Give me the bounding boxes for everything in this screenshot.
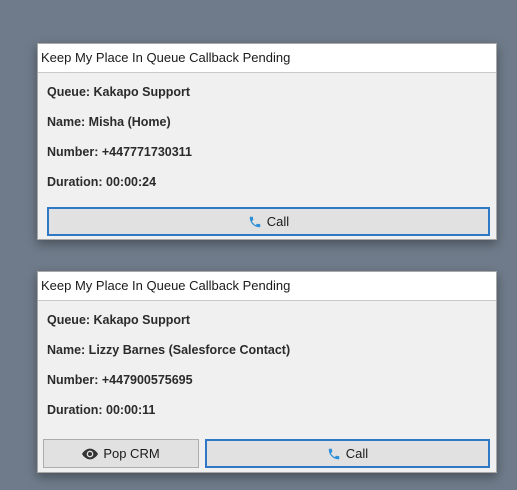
queue-label: Queue: Kakapo Support	[47, 313, 191, 327]
eye-icon	[82, 448, 99, 460]
duration-label: Duration: 00:00:11	[47, 403, 156, 417]
caller-name-label: Name: Misha (Home)	[47, 115, 171, 129]
call-button[interactable]: Call	[205, 439, 490, 468]
card-body: Queue: Kakapo Support Name: Lizzy Barnes…	[38, 301, 496, 425]
phone-number-label: Number: +447900575695	[47, 373, 193, 387]
card-title: Keep My Place In Queue Callback Pending	[38, 44, 496, 73]
phone-icon	[327, 447, 341, 461]
callback-card-2: Keep My Place In Queue Callback Pending …	[37, 271, 497, 473]
pop-crm-button-label: Pop CRM	[103, 446, 160, 461]
card-body: Queue: Kakapo Support Name: Misha (Home)…	[38, 73, 496, 197]
call-button-label: Call	[345, 446, 369, 461]
callback-card-1: Keep My Place In Queue Callback Pending …	[37, 43, 497, 240]
call-button[interactable]: Call	[47, 207, 490, 236]
queue-label: Queue: Kakapo Support	[47, 85, 191, 99]
card-title: Keep My Place In Queue Callback Pending	[38, 272, 496, 301]
call-button-label: Call	[266, 214, 290, 229]
duration-label: Duration: 00:00:24	[47, 175, 157, 189]
pop-crm-button[interactable]: Pop CRM	[43, 439, 199, 468]
caller-name-label: Name: Lizzy Barnes (Salesforce Contact)	[47, 343, 291, 357]
phone-number-label: Number: +447771730311	[47, 145, 192, 159]
phone-icon	[248, 215, 262, 229]
